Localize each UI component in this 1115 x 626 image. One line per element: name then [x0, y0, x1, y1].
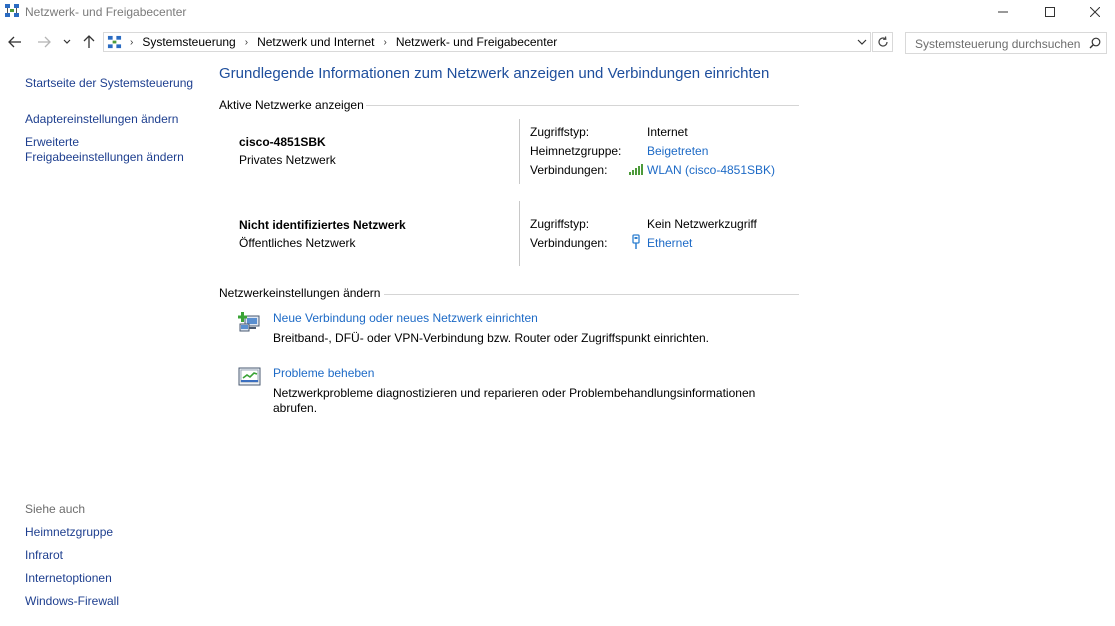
homegroup-label: Heimnetzgruppe: [530, 144, 622, 158]
troubleshoot-link[interactable]: Probleme beheben [273, 366, 374, 380]
network-divider [519, 201, 520, 266]
access-type-label: Zugriffstyp: [530, 217, 590, 231]
recent-locations-button[interactable] [59, 32, 75, 52]
address-dropdown-button[interactable] [853, 32, 871, 52]
control-panel-icon [107, 35, 122, 50]
see-also-homegroup-link[interactable]: Heimnetzgruppe [25, 525, 113, 540]
back-button[interactable] [5, 32, 25, 52]
network-type: Privates Netzwerk [239, 153, 336, 167]
sidebar-adapter-settings-link[interactable]: Adaptereinstellungen ändern [25, 112, 178, 127]
arrow-right-icon [38, 36, 51, 48]
search-icon[interactable] [1089, 37, 1101, 52]
new-connection-description: Breitband-, DFÜ- oder VPN-Verbindung bzw… [273, 331, 709, 345]
see-also-internet-options-link[interactable]: Internetoptionen [25, 571, 112, 586]
ethernet-icon [631, 234, 641, 250]
refresh-icon [877, 36, 888, 47]
see-also-heading: Siehe auch [25, 502, 86, 516]
active-networks-heading: Aktive Netzwerke anzeigen [219, 98, 364, 112]
up-button[interactable] [79, 32, 99, 52]
section-divider [366, 105, 799, 106]
close-icon [1090, 7, 1100, 17]
page-title: Grundlegende Informationen zum Netzwerk … [219, 65, 770, 82]
connections-label: Verbindungen: [530, 163, 608, 177]
access-type-label: Zugriffstyp: [530, 125, 590, 139]
wifi-signal-icon [628, 163, 644, 176]
new-connection-link[interactable]: Neue Verbindung oder neues Netzwerk einr… [273, 311, 538, 325]
new-connection-icon [238, 310, 262, 334]
sidebar-advanced-sharing-line2: Freigabeeinstellungen ändern [25, 150, 184, 164]
chevron-down-icon [63, 39, 71, 44]
see-also-windows-firewall-link[interactable]: Windows-Firewall [25, 594, 119, 609]
network-divider [519, 119, 520, 184]
title-bar: Netzwerk- und Freigabecenter [0, 0, 1115, 24]
refresh-button[interactable] [872, 32, 893, 52]
network-sharing-center-icon [4, 3, 20, 19]
sidebar-advanced-sharing-line1: Erweiterte [25, 135, 80, 149]
forward-button[interactable] [34, 32, 54, 52]
arrow-up-icon [83, 35, 95, 48]
breadcrumb-separator-icon: › [244, 36, 249, 48]
breadcrumb-separator-icon: › [130, 36, 134, 48]
troubleshoot-icon [238, 366, 262, 388]
search-input[interactable] [913, 34, 1087, 54]
see-also-infrared-link[interactable]: Infrarot [25, 548, 63, 563]
wlan-connection-link[interactable]: WLAN (cisco-4851SBK) [647, 163, 775, 177]
network-name: Nicht identifiziertes Netzwerk [239, 218, 406, 232]
chevron-down-icon [857, 39, 867, 45]
access-type-value: Kein Netzwerkzugriff [647, 217, 757, 231]
breadcrumb-netzwerk-und-freigabecenter[interactable]: Netzwerk- und Freigabecenter [396, 35, 557, 49]
breadcrumb-separator-icon: › [383, 36, 387, 48]
homegroup-link[interactable]: Beigetreten [647, 144, 708, 158]
change-settings-heading: Netzwerkeinstellungen ändern [219, 286, 381, 300]
troubleshoot-description: Netzwerkprobleme diagnostizieren und rep… [273, 386, 756, 415]
access-type-value: Internet [647, 125, 688, 139]
sidebar-home-link[interactable]: Startseite der Systemsteuerung [25, 76, 193, 91]
window-title: Netzwerk- und Freigabecenter [25, 5, 187, 19]
search-box[interactable] [905, 32, 1107, 54]
address-bar[interactable]: › Systemsteuerung › Netzwerk und Interne… [103, 32, 871, 52]
minimize-icon [998, 11, 1008, 13]
close-button[interactable] [1072, 0, 1115, 24]
maximize-button[interactable] [1027, 0, 1073, 24]
maximize-icon [1045, 7, 1055, 17]
network-type: Öffentliches Netzwerk [239, 236, 356, 250]
breadcrumb-systemsteuerung[interactable]: Systemsteuerung [142, 35, 235, 49]
minimize-button[interactable] [980, 0, 1026, 24]
ethernet-connection-link[interactable]: Ethernet [647, 236, 692, 250]
section-divider [384, 294, 799, 295]
network-name: cisco-4851SBK [239, 135, 326, 149]
connections-label: Verbindungen: [530, 236, 608, 250]
sidebar-advanced-sharing-link[interactable]: Erweiterte Freigabeeinstellungen ändern [25, 135, 184, 165]
arrow-left-icon [8, 36, 21, 48]
breadcrumb-netzwerk-und-internet[interactable]: Netzwerk und Internet [257, 35, 374, 49]
